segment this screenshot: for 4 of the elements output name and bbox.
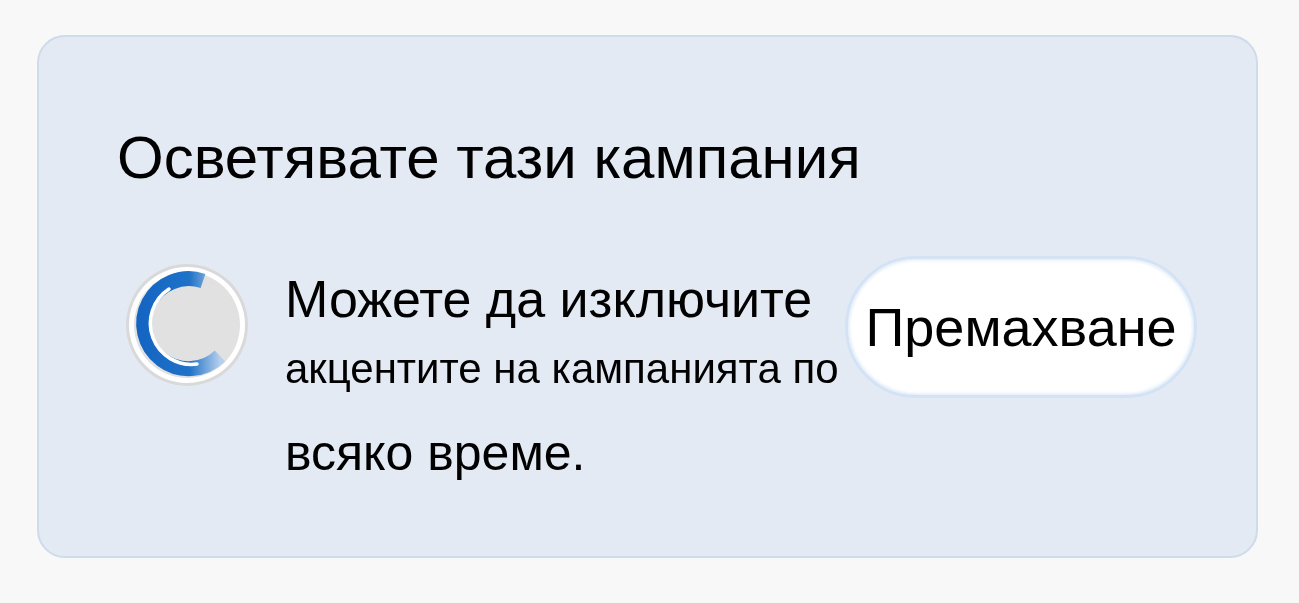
description-text: Можете да изключите акцентите на кампанията по всяко време. [285,269,839,483]
circular-arcs-icon [125,263,249,387]
remove-button[interactable]: Премахване [844,256,1197,398]
notice-title: Осветявате тази кампания [117,123,862,193]
